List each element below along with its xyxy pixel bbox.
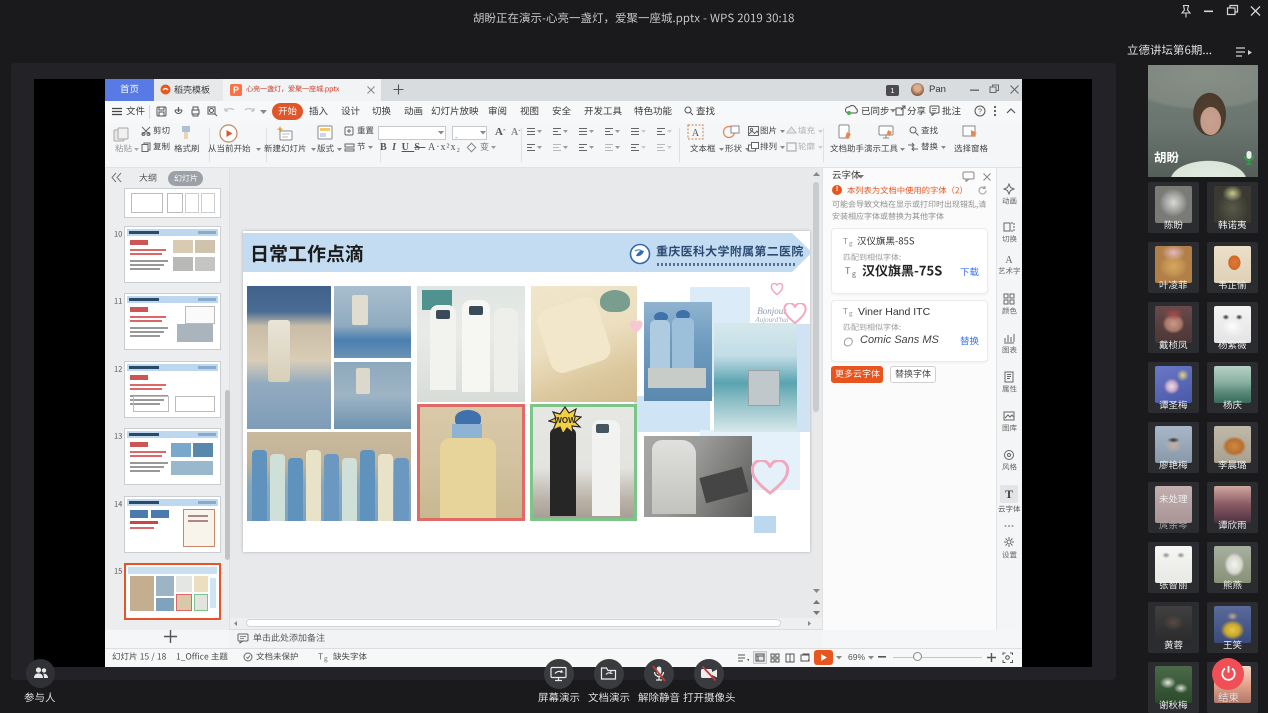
svg-text:A: A — [1005, 255, 1013, 265]
svg-text:?: ? — [978, 107, 982, 116]
svg-text:WOW: WOW — [554, 416, 576, 425]
svg-text:A: A — [692, 128, 700, 139]
